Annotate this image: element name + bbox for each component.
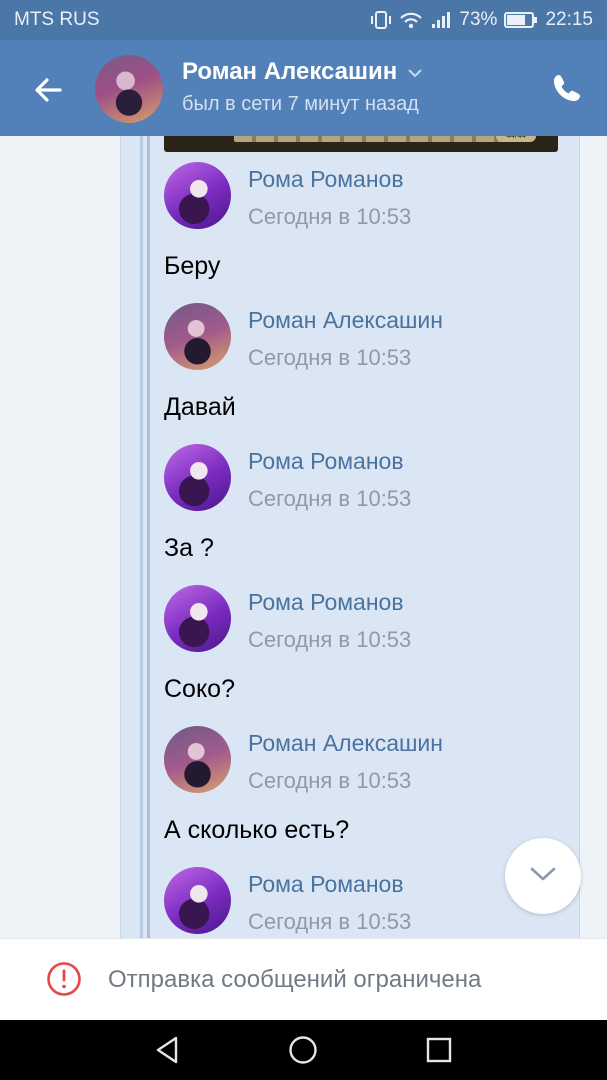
message-author[interactable]: Роман Алексашин [248,730,443,757]
system-navigation-bar [0,1020,607,1080]
message-time: Сегодня в 10:53 [248,486,412,511]
message-author[interactable]: Рома Романов [248,166,404,193]
message-time: Сегодня в 10:53 [248,909,412,934]
back-arrow-icon[interactable] [28,70,68,110]
message-text: Беру [164,252,221,280]
attached-image-preview[interactable]: 44/44 [164,136,558,152]
chat-header: Роман Алексашин был в сети 7 минут назад [0,40,607,136]
contact-last-seen: был в сети 7 минут назад [182,93,419,115]
chevron-down-icon [529,865,557,888]
carrier-label: MTS RUS [14,9,100,30]
quote-line [140,136,143,938]
message-list[interactable]: 44/44 Рома Романов Сегодня в 10:53 Беру … [0,136,607,938]
avatar[interactable] [164,444,231,511]
home-circle-icon[interactable] [287,1034,319,1066]
phone-icon[interactable] [551,72,583,104]
message-text: За ? [164,534,214,562]
battery-percent: 73% [459,9,498,30]
recents-square-icon[interactable] [423,1034,455,1066]
avatar[interactable] [164,303,231,370]
contact-avatar[interactable] [95,55,163,123]
avatar[interactable] [164,585,231,652]
avatar[interactable] [164,162,231,229]
status-icons: 73% 22:15 [370,9,593,31]
quote-line [147,136,150,938]
scroll-to-bottom-button[interactable] [505,838,581,914]
message-time: Сегодня в 10:53 [248,204,412,229]
message-text: Давай [164,393,236,421]
message-time: Сегодня в 10:53 [248,627,412,652]
message-text: Соко? [164,675,235,703]
back-triangle-icon[interactable] [152,1034,184,1066]
message-time: Сегодня в 10:53 [248,768,412,793]
message-author[interactable]: Роман Алексашин [248,307,443,334]
message-time: Сегодня в 10:53 [248,345,412,370]
contact-name: Роман Алексашин [182,58,398,85]
chevron-down-icon [407,58,423,86]
avatar[interactable] [164,726,231,793]
messaging-restricted-banner: Отправка сообщений ограничена [0,938,607,1021]
message-author[interactable]: Рома Романов [248,871,404,898]
warning-circle-icon [46,961,82,997]
wifi-icon [399,10,423,30]
message-author[interactable]: Рома Романов [248,589,404,616]
image-counter-badge: 44/44 [496,136,536,142]
vibrate-icon [370,10,392,30]
signal-icon [430,10,452,30]
clock: 22:15 [545,9,593,30]
contact-name-button[interactable]: Роман Алексашин [182,58,423,86]
message-text: А сколько есть? [164,816,350,844]
battery-icon [504,11,538,29]
message-author[interactable]: Рома Романов [248,448,404,475]
status-bar: MTS RUS 73% 22:15 [0,0,607,40]
avatar[interactable] [164,867,231,934]
restriction-text: Отправка сообщений ограничена [108,966,482,993]
